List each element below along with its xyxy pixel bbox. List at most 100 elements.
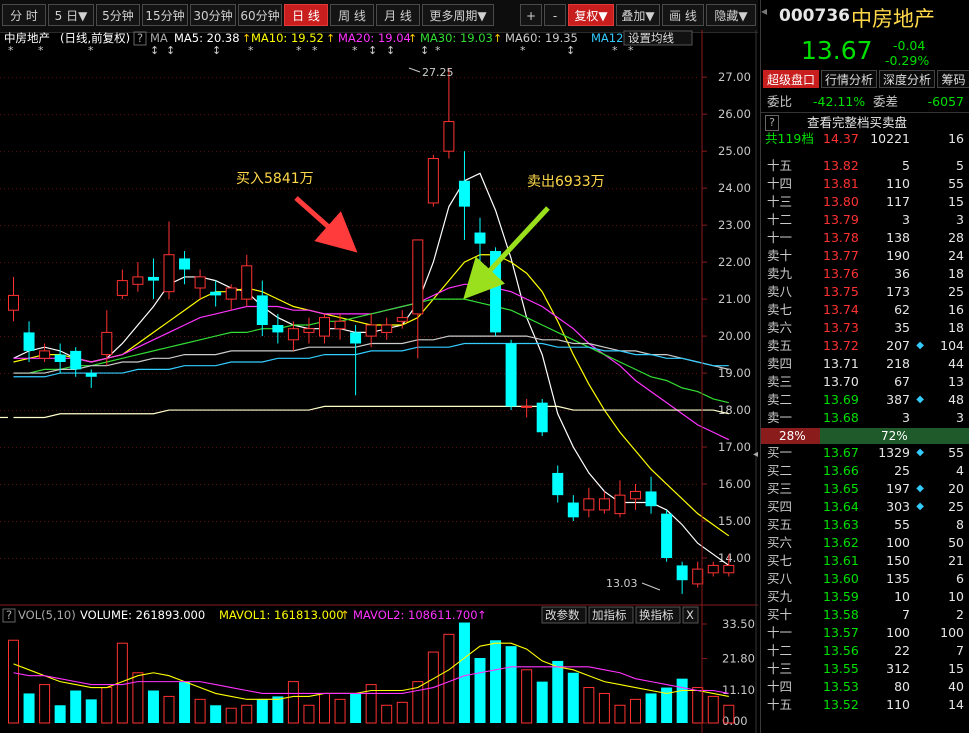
candle <box>583 487 595 518</box>
big-order-icon: ◆ <box>916 501 924 512</box>
tab-market-analysis[interactable]: 行情分析 <box>821 70 877 88</box>
volume-bar <box>225 707 237 724</box>
candle-body <box>381 324 393 333</box>
order-book-row[interactable]: 买二 13.66 25 4 <box>761 462 969 480</box>
level-price: 13.57 <box>823 625 859 640</box>
order-book-row[interactable]: 十一 13.78 138 28 <box>761 229 969 247</box>
zoom-out-button[interactable]: - <box>544 4 566 26</box>
svg-text:↑: ↑ <box>477 608 487 622</box>
collapse-arrow-icon[interactable]: ◂ <box>753 449 758 460</box>
level-label: 买四 <box>767 499 793 514</box>
more-periods-dropdown[interactable]: 更多周期▼ <box>422 4 494 26</box>
vol-help-glyph: ? <box>6 608 12 622</box>
level-label: 买三 <box>767 481 793 496</box>
volume-bar <box>70 690 82 723</box>
tab-chips[interactable]: 筹码 <box>937 70 969 88</box>
candle <box>676 561 688 594</box>
order-book-row[interactable]: 卖十 13.77 190 24 <box>761 247 969 265</box>
order-book-row[interactable]: 十四 13.53 80 40 <box>761 678 969 696</box>
volume-bar <box>583 687 595 724</box>
order-book-row[interactable]: 买十 13.58 7 2 <box>761 606 969 624</box>
panel-arrow-icon[interactable]: ◂ <box>761 4 775 24</box>
period-tab-30min[interactable]: 30分钟 <box>190 4 236 26</box>
order-book-row[interactable]: 卖八 13.75 173 25 <box>761 283 969 301</box>
order-book-row[interactable]: 买九 13.59 10 10 <box>761 588 969 606</box>
order-book-row[interactable]: 买八 13.60 135 6 <box>761 570 969 588</box>
overlay-dropdown[interactable]: 叠加▼ <box>616 4 660 26</box>
order-book-row[interactable]: 买六 13.62 100 50 <box>761 534 969 552</box>
order-book-row[interactable]: 十三 13.55 312 15 <box>761 660 969 678</box>
draw-line-button[interactable]: 画 线 <box>662 4 704 26</box>
order-book-row[interactable]: 卖七 13.74 62 16 <box>761 301 969 319</box>
price-tick-label: 23.00 <box>718 218 751 232</box>
period-tab-fenshi[interactable]: 分 时 <box>2 4 46 26</box>
level-label: 买五 <box>767 517 793 532</box>
order-book-row[interactable]: 十二 13.56 22 7 <box>761 642 969 660</box>
order-book-row[interactable]: 买三 13.65 197 20 ◆ <box>761 480 969 498</box>
candle-body <box>163 254 175 293</box>
order-book-row[interactable]: 十四 13.81 110 55 <box>761 175 969 193</box>
price-tick-label: 20.00 <box>718 329 751 343</box>
candle-body <box>427 158 439 204</box>
weibi-row: 委比 -42.11% 委差 -6057 <box>761 93 969 111</box>
tab-depth-analysis[interactable]: 深度分析 <box>879 70 935 88</box>
level-price: 13.73 <box>823 320 859 335</box>
total-levels-price: 14.37 <box>823 131 859 146</box>
hide-dropdown[interactable]: 隐藏▼ <box>706 4 756 26</box>
candle <box>614 480 626 518</box>
kline-chart[interactable]: 中房地产 (日线,前复权) ? MA MA5: 20.38 MA10: 19.5… <box>0 30 758 733</box>
candle-body <box>70 350 82 370</box>
mavol2-line <box>13 666 729 694</box>
order-book-row[interactable]: 买一 13.67 1329 55 ◆ <box>761 444 969 462</box>
order-book-row[interactable]: 卖三 13.70 67 13 <box>761 373 969 391</box>
order-book-row[interactable]: 卖四 13.71 218 44 <box>761 355 969 373</box>
period-tab-5min[interactable]: 5分钟 <box>96 4 140 26</box>
order-book-row[interactable]: 卖九 13.76 36 18 <box>761 265 969 283</box>
level-volume: 100 <box>886 625 910 640</box>
price-tick-label: 16.00 <box>718 477 751 491</box>
order-book-row[interactable]: 十五 13.82 5 5 <box>761 157 969 175</box>
period-toolbar: 分 时 5 日▼ 5分钟 15分钟 30分钟 60分钟 日 线 周 线 月 线 … <box>0 0 758 33</box>
level-order-count: 2 <box>956 607 964 622</box>
fuquan-dropdown[interactable]: 复权▼ <box>568 4 614 26</box>
volume-bar <box>179 681 191 723</box>
order-book-row[interactable]: 买七 13.61 150 21 <box>761 552 969 570</box>
candle <box>458 151 470 240</box>
depth-help-icon[interactable]: ? <box>765 115 779 131</box>
order-book-row[interactable]: 十三 13.80 117 15 <box>761 193 969 211</box>
order-book-row[interactable]: 十五 13.52 110 14 <box>761 696 969 714</box>
candle <box>630 484 641 510</box>
level-price: 13.59 <box>823 589 859 604</box>
order-book-row[interactable]: 卖五 13.72 207 104 ◆ <box>761 337 969 355</box>
period-tab-5day[interactable]: 5 日▼ <box>48 4 94 26</box>
order-book-row[interactable]: 十一 13.57 100 100 <box>761 624 969 642</box>
switch-indicator-label: 换指标 <box>639 608 674 622</box>
period-tab-monthly[interactable]: 月 线 <box>376 4 420 26</box>
ma-label: MA <box>150 31 168 45</box>
zoom-in-button[interactable]: + <box>520 4 542 26</box>
period-tab-weekly[interactable]: 周 线 <box>330 4 374 26</box>
level-order-count: 3 <box>956 410 964 425</box>
candle-body <box>474 232 486 244</box>
candle-body <box>630 490 641 500</box>
level-volume: 135 <box>886 571 910 586</box>
order-book-row[interactable]: 十二 13.79 3 3 <box>761 211 969 229</box>
period-tab-60min[interactable]: 60分钟 <box>238 4 282 26</box>
order-book-row[interactable]: 卖一 13.68 3 3 <box>761 409 969 427</box>
candle-body <box>536 402 548 433</box>
tab-super-pankou[interactable]: 超级盘口 <box>763 70 819 88</box>
level-order-count: 25 <box>948 499 964 514</box>
price-axis: 27.00 26.00 25.00 24.00 23.00 22.00 21.00 20.00… <box>718 70 751 565</box>
order-book-row[interactable]: 买五 13.63 55 8 <box>761 516 969 534</box>
period-tab-15min[interactable]: 15分钟 <box>142 4 188 26</box>
order-book-row[interactable]: 买四 13.64 303 25 ◆ <box>761 498 969 516</box>
volume-bar <box>490 640 502 723</box>
candle <box>163 221 175 300</box>
level-label: 十一 <box>767 230 793 245</box>
level-label: 买七 <box>767 553 793 568</box>
order-book-row[interactable]: 卖六 13.73 35 18 <box>761 319 969 337</box>
order-book-row[interactable]: 卖二 13.69 387 48 ◆ <box>761 391 969 409</box>
period-tab-daily[interactable]: 日 线 <box>284 4 328 26</box>
ma-line-ma250 <box>13 405 729 419</box>
level-price: 13.63 <box>823 517 859 532</box>
